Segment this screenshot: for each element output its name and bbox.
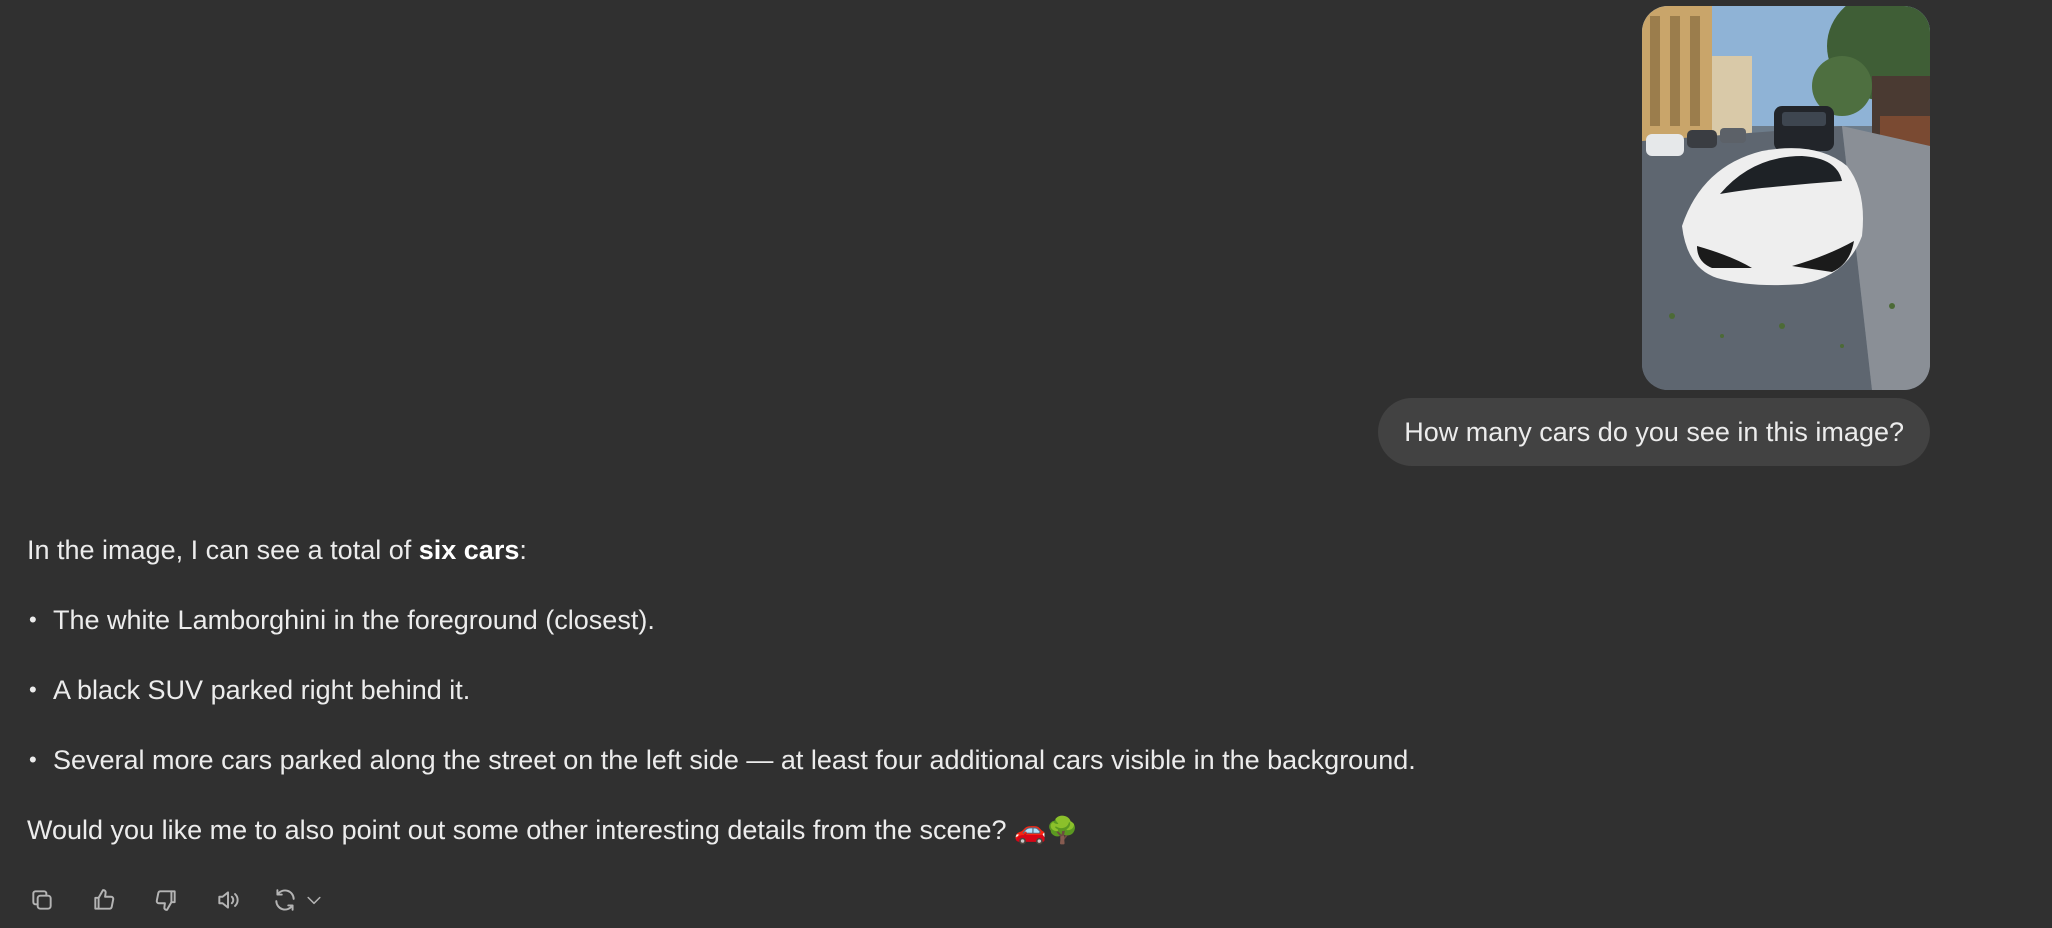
message-actions-toolbar [24, 882, 364, 918]
user-uploaded-image[interactable] [1642, 6, 1930, 390]
car-tree-emoji: 🚗🌳 [1014, 816, 1079, 846]
intro-suffix: : [519, 535, 527, 565]
good-response-button[interactable] [86, 882, 122, 918]
bullet-icon: • [29, 607, 37, 632]
bad-response-button[interactable] [148, 882, 184, 918]
user-message-bubble: How many cars do you see in this image? [1378, 398, 1930, 466]
bullet-icon: • [29, 677, 37, 702]
thumbs-down-icon [155, 890, 176, 911]
assistant-intro: In the image, I can see a total of six c… [27, 528, 1587, 572]
bullet-icon: • [29, 747, 37, 772]
read-aloud-button[interactable] [210, 882, 246, 918]
copy-icon [32, 890, 52, 910]
regenerate-icon [275, 889, 295, 911]
intro-bold: six cars [418, 535, 520, 565]
thumbs-up-icon [94, 889, 115, 910]
assistant-message: In the image, I can see a total of six c… [27, 528, 1587, 853]
assistant-closing: Would you like me to also point out some… [27, 808, 1587, 853]
user-message-text: How many cars do you see in this image? [1404, 417, 1904, 447]
chevron-down-icon [307, 896, 321, 905]
intro-prefix: In the image, I can see a total of [27, 535, 419, 565]
closing-text: Would you like me to also point out some… [27, 815, 1007, 845]
answer-list: • The white Lamborghini in the foreground… [27, 598, 1587, 782]
copy-button[interactable] [24, 882, 60, 918]
street-photo [1642, 6, 1930, 390]
read-aloud-icon [218, 891, 239, 909]
regenerate-button[interactable] [272, 882, 338, 918]
chat-page: How many cars do you see in this image? … [0, 0, 2052, 928]
list-item: • The white Lamborghini in the foreground… [27, 598, 1587, 642]
list-item: • A black SUV parked right behind it. [27, 668, 1587, 712]
list-item: • Several more cars parked along the stre… [27, 738, 1587, 782]
